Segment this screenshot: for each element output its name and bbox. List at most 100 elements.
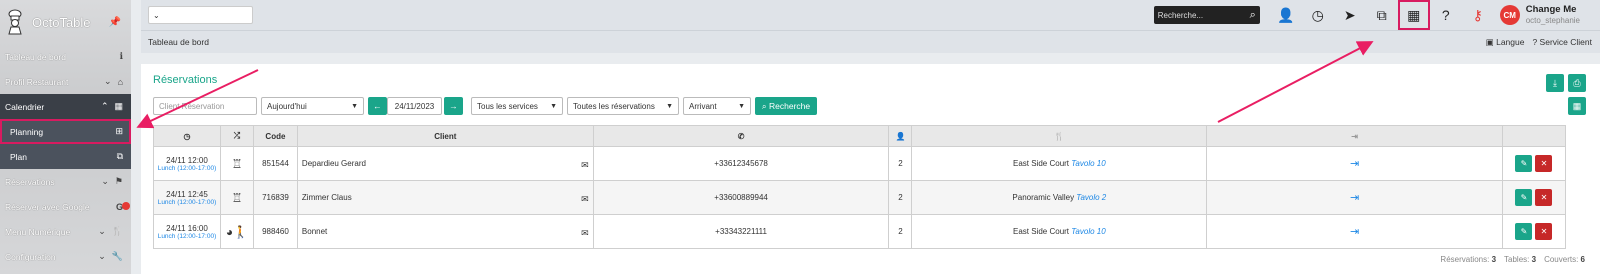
edit-button[interactable]: ✎ <box>1515 189 1533 206</box>
help-icon[interactable]: ? <box>1430 0 1462 30</box>
search-button[interactable]: ⌕ Recherche <box>755 97 817 115</box>
caret-down-icon: ▼ <box>666 102 673 110</box>
sidebar-item-google[interactable]: Réserver avec Google G <box>0 194 131 219</box>
chevron-down-icon: ⌄ <box>104 76 112 86</box>
key-icon[interactable]: ⚷ <box>1462 0 1494 30</box>
search-input[interactable] <box>1157 10 1238 20</box>
col-actions <box>1501 125 1567 147</box>
status-select[interactable]: Arrivant ▼ <box>683 97 751 115</box>
avatar[interactable]: CM <box>1499 5 1520 25</box>
panel-title: Réservations <box>153 74 218 86</box>
chevron-up-icon: ⌃ <box>100 101 109 111</box>
add-user-icon[interactable]: 👤 <box>1270 0 1302 30</box>
calendar-button[interactable]: ▦ <box>1568 97 1586 115</box>
sign-in-icon[interactable]: ⇥ <box>1350 192 1359 204</box>
chevron-down-icon: ⌄ <box>153 10 160 20</box>
sidebar-item-label: Plan <box>10 151 28 162</box>
reservations-panel: Réservations ⤓ ⎙ ▦ Client Réservation Au… <box>141 64 1600 274</box>
cutlery-icon: 🍴 <box>1054 131 1065 141</box>
user-info[interactable]: Change Me octo_stephanie <box>1526 4 1580 26</box>
col-client[interactable]: Client <box>296 125 594 147</box>
sidebar-item-profil[interactable]: Profil Restaurant ⌄ ⌂ <box>0 69 131 94</box>
sidebar-item-plan[interactable]: Plan ⧉ <box>0 144 131 169</box>
col-covers[interactable]: 👤 <box>888 125 913 147</box>
shuffle-icon: ⤮ <box>233 131 241 140</box>
sign-in-icon[interactable]: ⇥ <box>1350 158 1359 170</box>
sidebar-item-label: Tableau de bord <box>5 51 66 62</box>
table-row[interactable]: 24/11 12:45 Lunch (12:00-17:00) ♖ 716839 … <box>153 180 1567 215</box>
sign-in-icon: ⇥ <box>1351 131 1358 141</box>
totals: Réservations: 3 Tables: 3 Couverts: 6 <box>1440 255 1585 264</box>
next-date-button[interactable]: → <box>444 97 463 115</box>
sidebar-item-configuration[interactable]: Configuration ⌄ 🔧 <box>0 244 131 269</box>
service-client-link[interactable]: ? Service Client <box>1532 37 1592 48</box>
col-arrival[interactable]: ⇥ <box>1206 125 1503 147</box>
sidebar-item-calendrier[interactable]: Calendrier ⌃ ▦ <box>0 94 131 119</box>
envelope-icon[interactable]: ✉ <box>581 160 589 171</box>
delete-button[interactable]: ✕ <box>1535 223 1553 240</box>
print-button[interactable]: ⎙ <box>1568 74 1586 92</box>
table-row[interactable]: 24/11 16:00 Lunch (12:00-17:00) ◕🚶 988460… <box>153 214 1567 249</box>
walk-in-icon: ◕🚶 <box>225 224 249 239</box>
sidebar: OctoTable 📌 Tableau de bord ℹ Profil Res… <box>0 0 131 274</box>
sign-in-icon[interactable]: ⇥ <box>1350 226 1359 238</box>
envelope-icon[interactable]: ✉ <box>581 228 589 239</box>
sidebar-item-planning[interactable]: Planning ⊞ <box>0 119 131 144</box>
brand-name: OctoTable <box>32 14 91 30</box>
table-row[interactable]: 24/11 12:00 Lunch (12:00-17:00) ♖ 851544 … <box>153 146 1567 181</box>
cutlery-icon: 🍴 <box>111 226 123 236</box>
clock-icon[interactable]: ◷ <box>1302 0 1334 30</box>
sidebar-item-menu[interactable]: Menu Numérique ⌄ 🍴 <box>0 219 131 244</box>
sitemap-icon[interactable]: ⧉ <box>1366 0 1398 30</box>
caret-down-icon: ▼ <box>738 102 745 110</box>
restaurant-select[interactable]: ⌄ <box>148 6 253 24</box>
pin-icon[interactable]: 📌 <box>109 17 121 28</box>
edit-button[interactable]: ✎ <box>1515 155 1533 172</box>
filter-bar: Client Réservation Aujourd'hui ▼ ← 24/11/… <box>153 97 817 115</box>
sidebar-item-label: Calendrier <box>5 101 45 112</box>
prev-date-button[interactable]: ← <box>368 97 387 115</box>
period-select[interactable]: Aujourd'hui ▼ <box>261 97 364 115</box>
col-table[interactable]: 🍴 <box>911 125 1208 147</box>
sidebar-item-label: Réservations <box>5 176 55 187</box>
user-icon: 👤 <box>895 131 906 141</box>
search-icon: ⌕ <box>761 100 767 111</box>
client-search-field[interactable]: Client Réservation <box>153 97 257 115</box>
download-button[interactable]: ⤓ <box>1546 74 1564 92</box>
envelope-icon[interactable]: ✉ <box>581 194 589 205</box>
language-icon: ▣ <box>1485 36 1494 47</box>
send-icon[interactable]: ➤ <box>1334 0 1366 30</box>
language-link[interactable]: ▣ Langue <box>1486 37 1525 48</box>
date-field[interactable]: 24/11/2023 <box>387 97 442 115</box>
chef-icon: ♖ <box>231 156 243 171</box>
col-code[interactable]: Code <box>252 125 298 147</box>
sidebar-item-label: Planning <box>10 126 44 137</box>
user-name: Change Me <box>1525 4 1577 15</box>
sidebar-item-reservations[interactable]: Réservations ⌄ ⚑ <box>0 169 131 194</box>
sidebar-logo[interactable]: OctoTable 📌 <box>0 0 131 44</box>
reservations-select[interactable]: Toutes les réservations ▼ <box>567 97 679 115</box>
services-select[interactable]: Tous les services ▼ <box>471 97 563 115</box>
home-icon: ⌂ <box>117 76 123 87</box>
topbar: ⌄ ⌕ 👤 ◷ ➤ ⧉ ▦ ? ⚷ CM Change Me octo_step… <box>141 0 1600 31</box>
col-shuffle[interactable]: ⤮ <box>219 125 254 147</box>
sidebar-item-label: Configuration <box>5 251 56 262</box>
edit-button[interactable]: ✎ <box>1515 223 1533 240</box>
col-phone[interactable]: ✆ <box>592 125 890 147</box>
user-login: octo_stephanie <box>1525 16 1580 25</box>
calendar-icon[interactable]: ▦ <box>1397 0 1430 30</box>
notification-dot <box>122 202 130 210</box>
chevron-down-icon: ⌄ <box>98 251 106 261</box>
sidebar-item-label: Réserver avec Google <box>5 201 90 212</box>
col-time[interactable]: ◷ <box>153 125 221 147</box>
search-icon[interactable]: ⌕ <box>1250 9 1256 22</box>
sidebar-item-dashboard[interactable]: Tableau de bord ℹ <box>0 44 131 69</box>
sitemap-icon: ⧉ <box>116 151 123 161</box>
chevron-down-icon: ⌄ <box>98 226 106 236</box>
wrench-icon: 🔧 <box>111 251 123 261</box>
flag-icon: ⚑ <box>114 176 123 186</box>
chef-icon: ♖ <box>231 190 243 205</box>
delete-button[interactable]: ✕ <box>1535 189 1553 206</box>
delete-button[interactable]: ✕ <box>1535 155 1553 172</box>
reservations-table: ◷ ⤮ Code Client ✆ 👤 🍴 ⇥ 24/11 12:00 Lunch… <box>153 125 1567 249</box>
